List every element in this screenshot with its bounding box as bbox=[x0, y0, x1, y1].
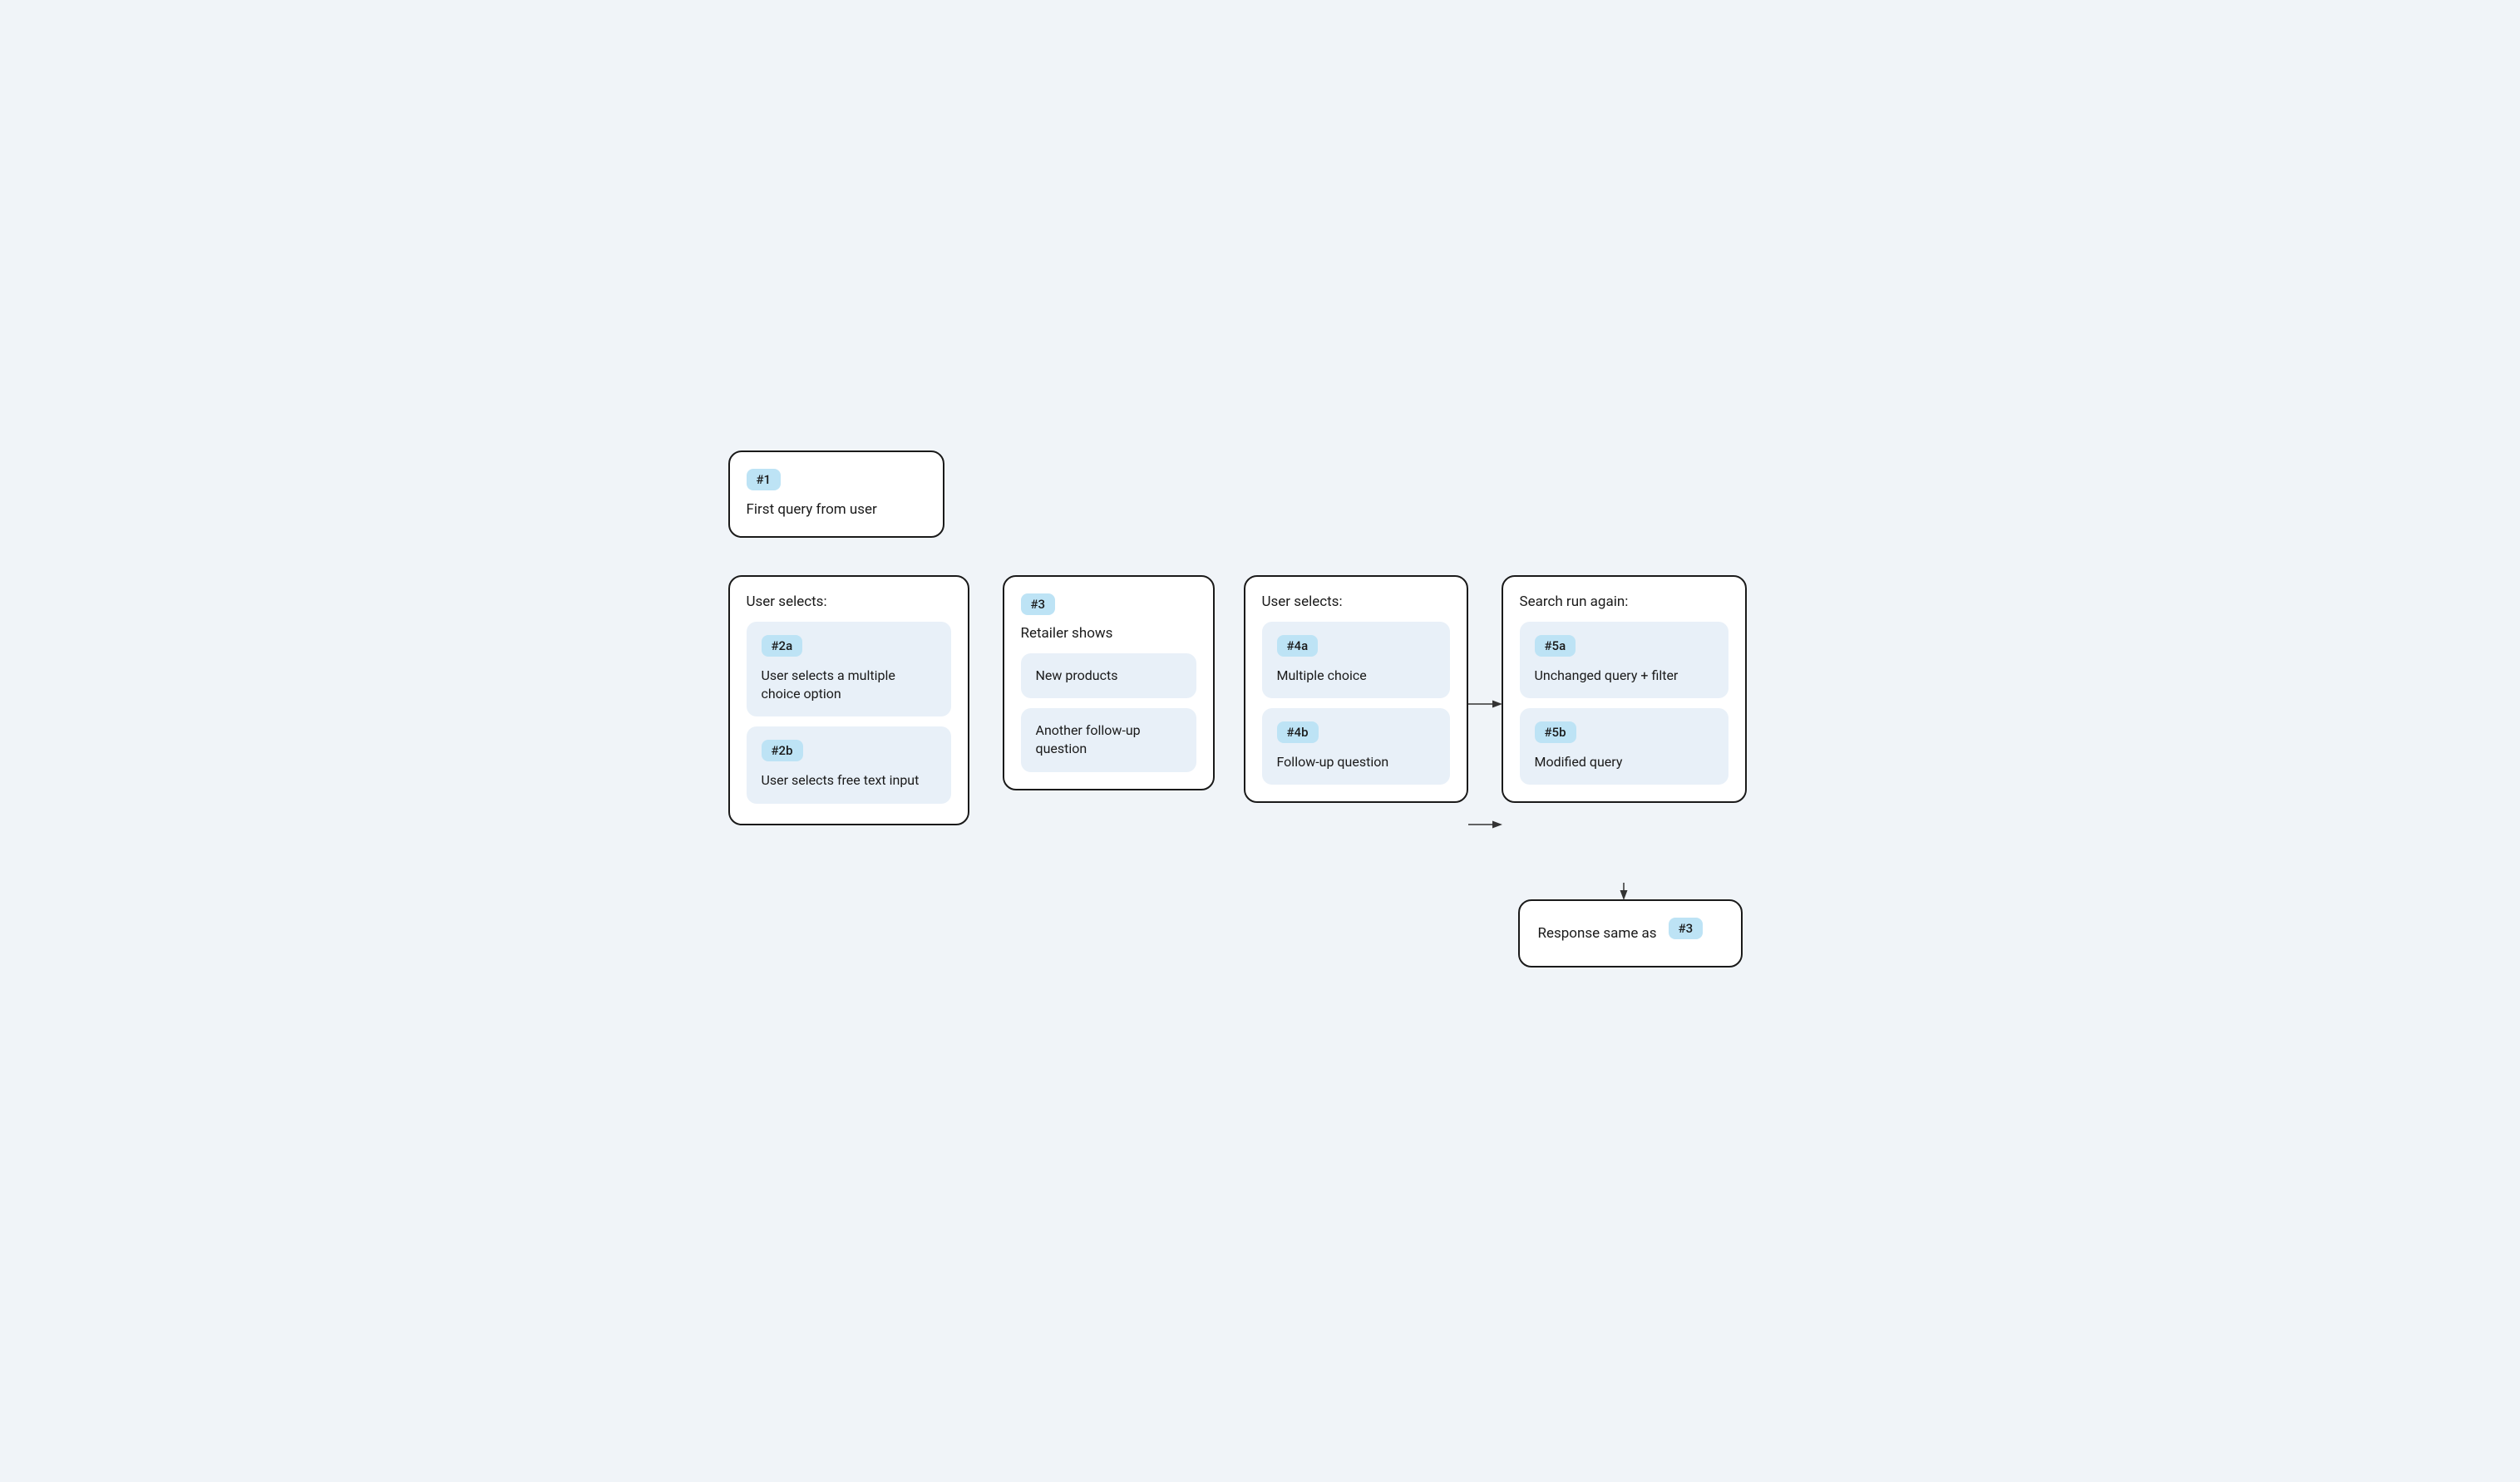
diagram-canvas: #1 First query from user User selects: #… bbox=[678, 417, 1842, 1066]
node-3-text-1: New products bbox=[1036, 667, 1181, 685]
badge-4a: #4a bbox=[1277, 635, 1319, 657]
node-3-item-1: New products bbox=[1021, 653, 1196, 698]
node-4: User selects: #4a Multiple choice #4b Fo… bbox=[1244, 575, 1468, 804]
node-4b: #4b Follow-up question bbox=[1262, 708, 1450, 785]
node-1: #1 First query from user bbox=[728, 451, 944, 539]
badge-5a: #5a bbox=[1535, 635, 1576, 657]
node-5-label: Search run again: bbox=[1520, 593, 1728, 610]
badge-6-ref: #3 bbox=[1669, 918, 1704, 939]
badge-1: #1 bbox=[747, 469, 782, 490]
node-2b-text: User selects free text input bbox=[762, 771, 936, 790]
node-2a: #2a User selects a multiple choice optio… bbox=[747, 622, 951, 717]
node-5b-text: Modified query bbox=[1535, 753, 1714, 771]
badge-3: #3 bbox=[1021, 593, 1056, 615]
node-5b: #5b Modified query bbox=[1520, 708, 1728, 785]
badge-2b: #2b bbox=[762, 740, 803, 761]
node-5a-text: Unchanged query + filter bbox=[1535, 667, 1714, 685]
node-3-label: Retailer shows bbox=[1021, 625, 1196, 642]
node-3-text-2: Another follow-up question bbox=[1036, 721, 1181, 759]
node-3: #3 Retailer shows New products Another f… bbox=[1003, 575, 1215, 790]
node-5a: #5a Unchanged query + filter bbox=[1520, 622, 1728, 698]
node-3-item-2: Another follow-up question bbox=[1021, 708, 1196, 772]
badge-5b: #5b bbox=[1535, 721, 1576, 743]
node-5: Search run again: #5a Unchanged query + … bbox=[1502, 575, 1747, 804]
node-2-label: User selects: bbox=[747, 593, 951, 610]
node-1-title: First query from user bbox=[747, 500, 926, 520]
badge-4b: #4b bbox=[1277, 721, 1319, 743]
node-2: User selects: #2a User selects a multipl… bbox=[728, 575, 969, 825]
node-4a: #4a Multiple choice bbox=[1262, 622, 1450, 698]
node-4b-text: Follow-up question bbox=[1277, 753, 1435, 771]
node-6: Response same as #3 bbox=[1518, 899, 1743, 967]
node-6-content: Response same as #3 bbox=[1538, 918, 1723, 949]
node-4a-text: Multiple choice bbox=[1277, 667, 1435, 685]
node-6-prefix: Response same as bbox=[1538, 925, 1657, 942]
node-4-label: User selects: bbox=[1262, 593, 1450, 610]
node-2a-text: User selects a multiple choice option bbox=[762, 667, 936, 704]
node-2b: #2b User selects free text input bbox=[747, 726, 951, 803]
badge-2a: #2a bbox=[762, 635, 803, 657]
